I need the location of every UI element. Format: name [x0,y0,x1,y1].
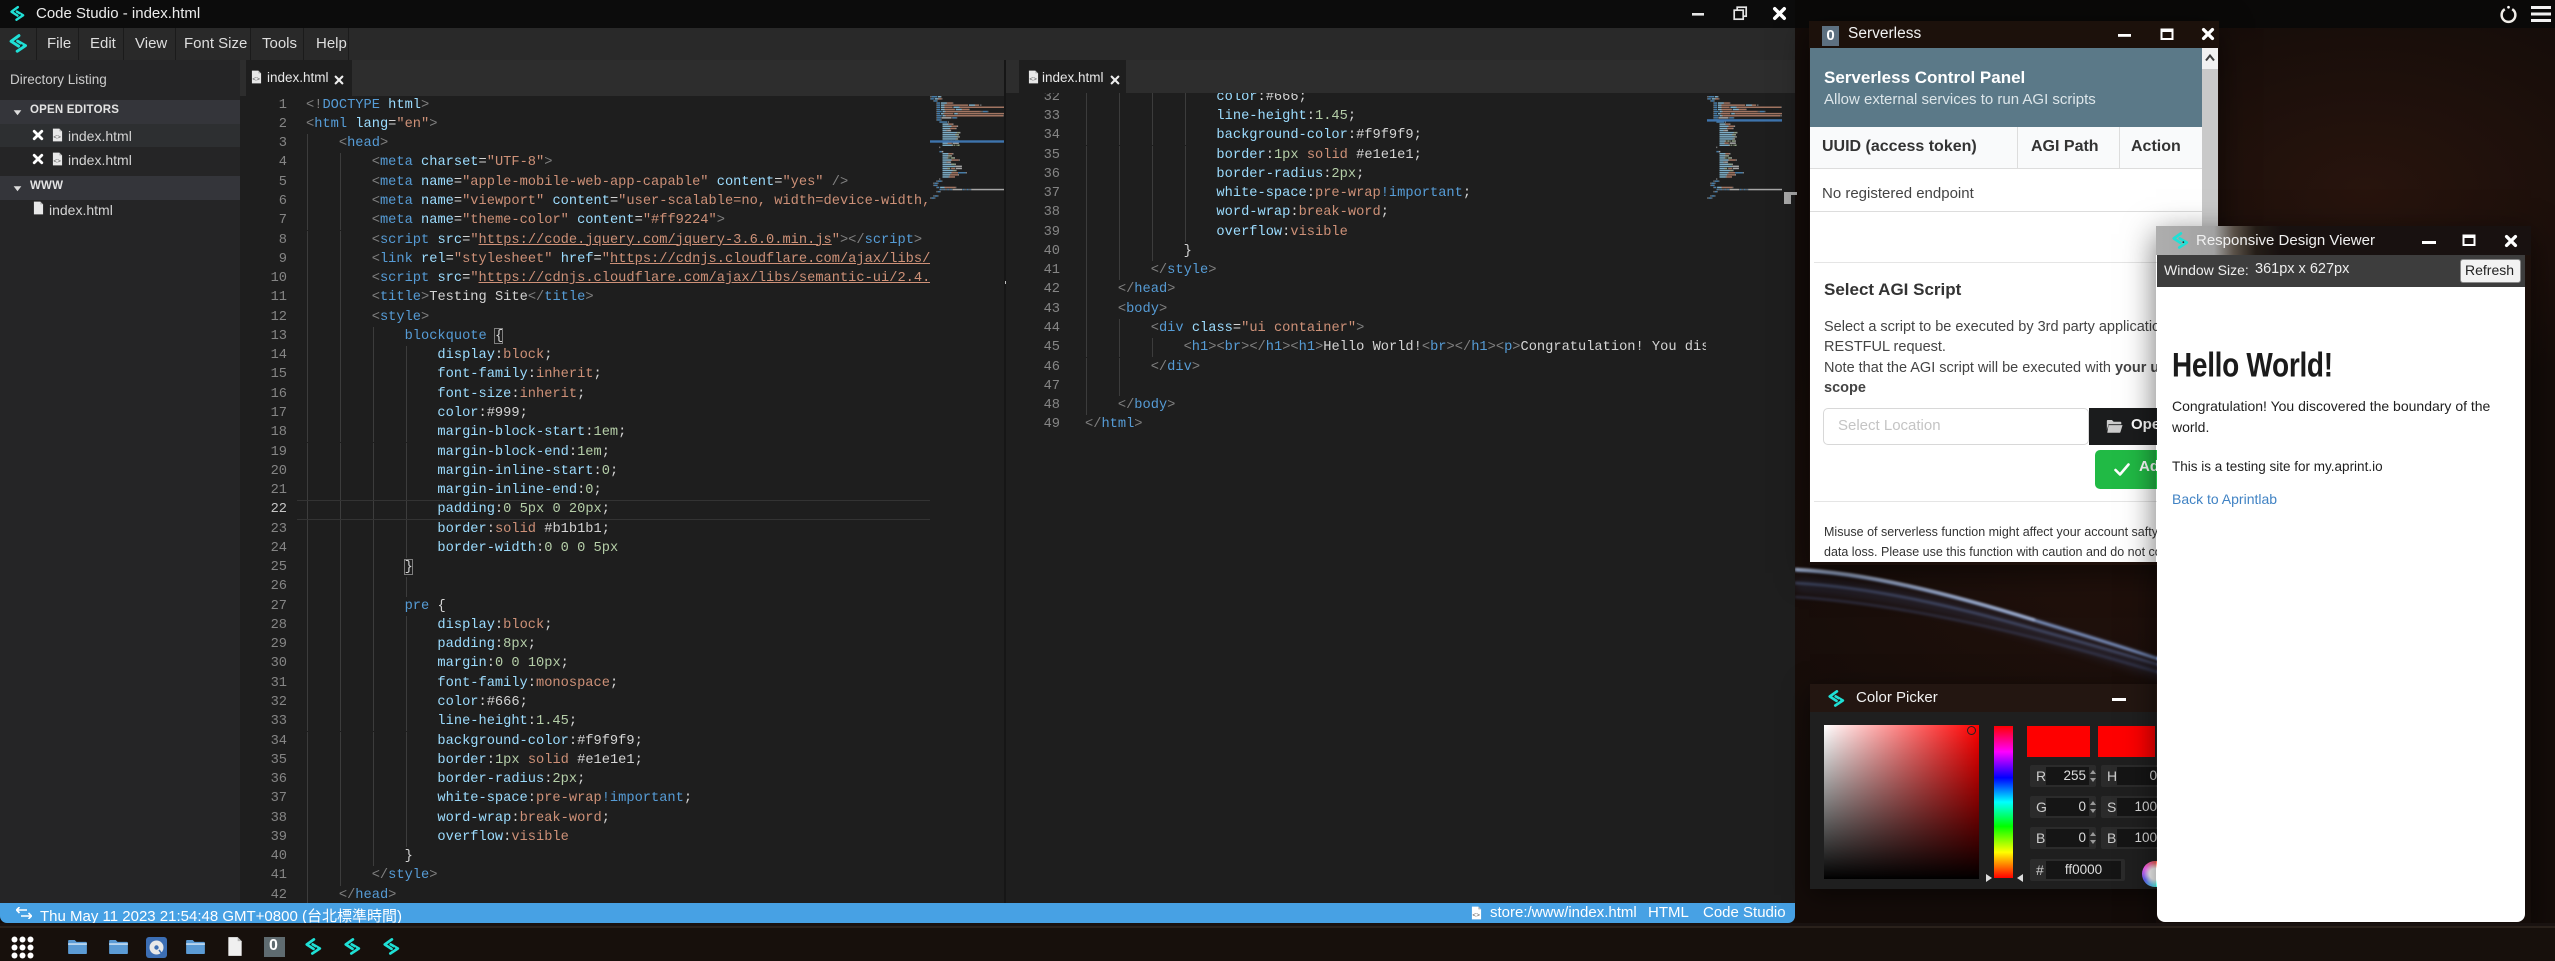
svg-text:<>: <> [53,158,61,165]
svg-text:<>: <> [53,134,61,141]
svg-text:<>: <> [252,76,260,83]
svg-text:<>: <> [1029,76,1037,83]
svg-text:<>: <> [1472,912,1480,919]
